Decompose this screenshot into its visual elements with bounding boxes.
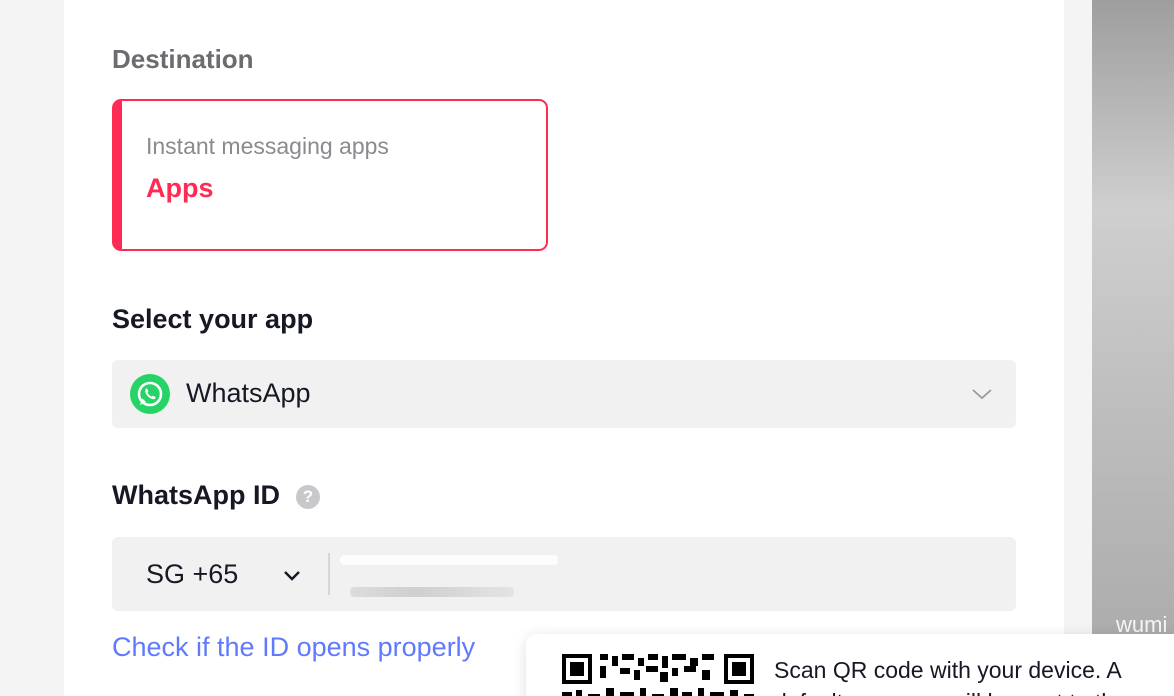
chevron-down-icon[interactable] <box>280 563 304 587</box>
destination-label: Destination <box>112 44 254 74</box>
select-app-label: Select your app <box>112 304 314 334</box>
country-code-select[interactable]: SG +65 <box>146 559 238 590</box>
qr-instruction-text: Scan QR code with your device. A default… <box>774 657 1121 696</box>
redacted-phone-number <box>340 555 558 565</box>
app-select[interactable]: WhatsApp <box>112 360 1016 428</box>
question-mark-icon[interactable]: ? <box>296 485 320 509</box>
destination-card-subtitle: Instant messaging apps <box>146 133 389 159</box>
qr-code-icon <box>560 652 756 696</box>
whatsapp-id-label: WhatsApp ID <box>112 480 280 510</box>
whatsapp-id-field[interactable]: SG +65 <box>112 537 1016 611</box>
destination-card-title: Apps <box>146 173 214 203</box>
page: wumi Destination Instant messaging apps … <box>0 0 1174 696</box>
field-divider <box>328 553 330 595</box>
preview-panel <box>1092 0 1174 696</box>
destination-card-apps[interactable]: Instant messaging apps Apps <box>112 99 548 251</box>
redacted-phone-number-shadow <box>350 587 514 597</box>
check-id-link[interactable]: Check if the ID opens properly <box>112 632 475 663</box>
qr-popup: Scan QR code with your device. A default… <box>526 634 1174 696</box>
chevron-down-icon[interactable] <box>970 382 994 406</box>
whatsapp-icon <box>130 374 170 414</box>
app-select-value: WhatsApp <box>186 378 311 408</box>
